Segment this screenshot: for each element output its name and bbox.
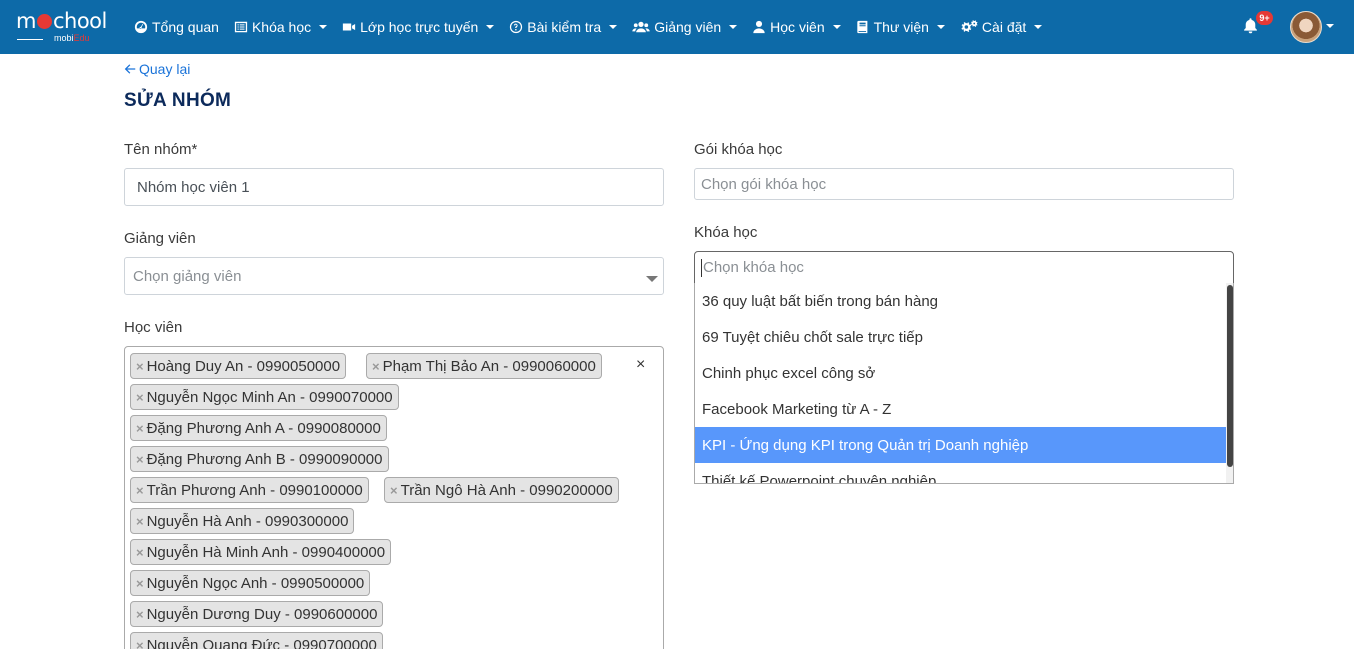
course-option[interactable]: 36 quy luật bất biến trong bán hàng: [695, 283, 1226, 319]
course-package-select[interactable]: Chọn gói khóa học: [694, 168, 1234, 200]
nav-item-instructors[interactable]: Giảng viên: [632, 19, 738, 35]
remove-tag-icon[interactable]: ×: [390, 483, 398, 498]
question-icon: [510, 20, 523, 34]
nav-item-dashboard[interactable]: Tổng quan: [134, 19, 219, 35]
page-title: SỬA NHÓM: [124, 90, 232, 111]
course-option-highlighted[interactable]: KPI - Ứng dụng KPI trong Quản trị Doanh …: [695, 427, 1226, 463]
student-tag[interactable]: × Đặng Phương Anh B - 0990090000: [130, 446, 389, 472]
main-menu: Tổng quan Khóa học Lớp học trực tuyến Bà…: [134, 0, 1057, 54]
dashboard-icon: [134, 20, 148, 34]
student-tag[interactable]: × Hoàng Duy An - 0990050000: [130, 353, 347, 379]
student-tag[interactable]: × Nguyễn Ngọc Minh An - 0990070000: [130, 384, 399, 410]
course-option[interactable]: Chinh phục excel công sở: [695, 355, 1226, 391]
course-package-label: Gói khóa học: [694, 141, 783, 158]
chevron-down-icon: [609, 25, 618, 29]
remove-tag-icon[interactable]: ×: [136, 607, 144, 622]
chevron-down-icon: [936, 25, 945, 29]
chevron-down-icon: [486, 25, 495, 29]
instructor-select[interactable]: Chọn giảng viên: [124, 257, 664, 295]
instructor-label: Giảng viên: [124, 230, 196, 247]
chevron-down-icon: [729, 25, 738, 29]
user-avatar[interactable]: [1290, 11, 1322, 43]
course-option[interactable]: Facebook Marketing từ A - Z: [695, 391, 1226, 427]
scrollbar-thumb[interactable]: [1227, 285, 1233, 467]
student-tag[interactable]: × Nguyễn Quang Đức - 0990700000: [130, 632, 383, 649]
book-icon: [856, 20, 867, 34]
remove-tag-icon[interactable]: ×: [136, 452, 144, 467]
mschool-logo[interactable]: m chool mobiEdu: [16, 10, 112, 44]
top-navbar: m chool mobiEdu Tổng quan Khóa học Lớp họ…: [0, 0, 1354, 54]
remove-tag-icon[interactable]: ×: [372, 359, 380, 374]
course-label: Khóa học: [694, 224, 758, 241]
logo-dot-icon: [36, 14, 52, 29]
student-tag[interactable]: × Phạm Thị Bảo An - 0990060000: [366, 353, 602, 379]
student-tag[interactable]: × Trần Ngô Hà Anh - 0990200000: [384, 477, 619, 503]
nav-item-tests[interactable]: Bài kiểm tra: [509, 19, 618, 35]
remove-tag-icon[interactable]: ×: [136, 421, 144, 436]
logo-wordmark: m chool: [16, 9, 107, 33]
student-tag[interactable]: × Nguyễn Hà Minh Anh - 0990400000: [130, 539, 392, 565]
nav-item-online-classes[interactable]: Lớp học trực tuyến: [342, 19, 495, 35]
course-option[interactable]: 69 Tuyệt chiêu chốt sale trực tiếp: [695, 319, 1226, 355]
chevron-down-icon[interactable]: [1326, 24, 1334, 28]
student-tag[interactable]: × Nguyễn Hà Anh - 0990300000: [130, 508, 355, 534]
chevron-down-icon: [319, 25, 328, 29]
remove-tag-icon[interactable]: ×: [136, 638, 144, 649]
remove-tag-icon[interactable]: ×: [136, 390, 144, 405]
arrow-left-icon: [124, 64, 136, 74]
back-link[interactable]: Quay lại: [124, 61, 190, 77]
chevron-down-icon: [646, 276, 658, 282]
group-name-label: Tên nhóm*: [124, 141, 198, 158]
dropdown-scrollbar[interactable]: [1226, 283, 1233, 483]
student-tag[interactable]: × Nguyễn Dương Duy - 0990600000: [130, 601, 384, 627]
nav-item-settings[interactable]: Cài đặt: [960, 19, 1043, 35]
nav-item-courses[interactable]: Khóa học: [234, 19, 328, 35]
student-tag[interactable]: × Đặng Phương Anh A - 0990080000: [130, 415, 387, 441]
cogs-icon: [961, 20, 978, 33]
notification-badge: 9+: [1256, 11, 1273, 25]
users-icon: [632, 21, 650, 33]
students-label: Học viên: [124, 319, 183, 336]
remove-tag-icon[interactable]: ×: [136, 514, 144, 529]
course-dropdown-list[interactable]: 36 quy luật bất biến trong bán hàng 69 T…: [694, 283, 1234, 484]
remove-tag-icon[interactable]: ×: [136, 545, 144, 560]
chevron-down-icon: [832, 25, 841, 29]
clear-all-icon[interactable]: ×: [636, 356, 645, 374]
nav-item-students[interactable]: Học viên: [752, 19, 841, 35]
group-name-field[interactable]: Nhóm học viên 1: [124, 168, 664, 206]
student-tag[interactable]: × Nguyễn Ngọc Anh - 0990500000: [130, 570, 371, 596]
text-cursor: [701, 258, 702, 277]
video-icon: [343, 23, 356, 31]
course-option[interactable]: Thiết kế Powerpoint chuyên nghiệp: [695, 463, 1226, 484]
list-icon: [234, 21, 248, 33]
student-tag[interactable]: × Trần Phương Anh - 0990100000: [130, 477, 369, 503]
remove-tag-icon[interactable]: ×: [136, 576, 144, 591]
user-icon: [753, 20, 765, 34]
students-multiselect[interactable]: × Hoàng Duy An - 0990050000 × Phạm Thị Bảo…: [124, 346, 664, 649]
nav-item-library[interactable]: Thư viện: [856, 19, 945, 35]
remove-tag-icon[interactable]: ×: [136, 359, 144, 374]
remove-tag-icon[interactable]: ×: [136, 483, 144, 498]
course-search-input[interactable]: Chọn khóa học: [694, 251, 1234, 284]
chevron-down-icon: [1034, 25, 1043, 29]
